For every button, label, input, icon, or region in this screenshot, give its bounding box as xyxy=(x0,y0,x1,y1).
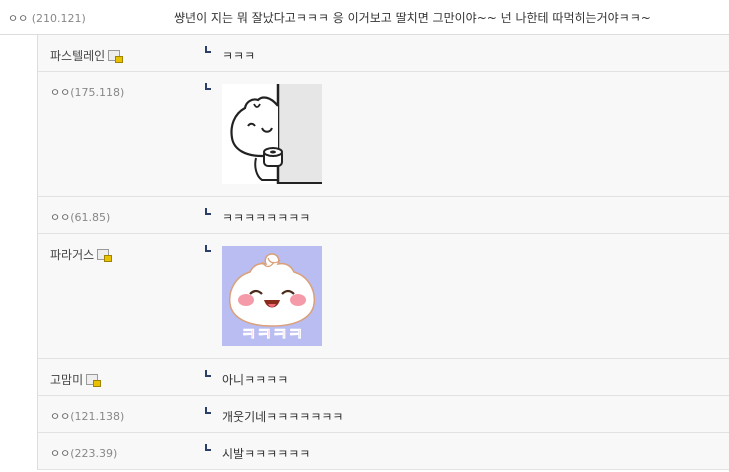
comment-nick: ㅇㅇ xyxy=(8,12,29,25)
reply-text: ㅋㅋㅋ xyxy=(222,49,256,63)
reply-item: ㅇㅇ(223.39) 시발ㅋㅋㅋㅋㅋㅋ xyxy=(38,433,729,470)
reply-author[interactable]: 고맘미 xyxy=(50,371,102,388)
reply-text: 개웃기네ㅋㅋㅋㅋㅋㅋㅋ xyxy=(222,410,344,424)
reply-author[interactable]: ㅇㅇ(175.118) xyxy=(50,84,124,100)
reply-arrow-icon xyxy=(205,208,211,215)
reply-ip: (121.138) xyxy=(70,410,125,423)
reply-arrow-icon xyxy=(205,370,211,377)
reply-text: 아니ㅋㅋㅋㅋ xyxy=(222,373,289,387)
reply-nick: ㅇㅇ xyxy=(50,410,71,423)
reply-arrow-icon xyxy=(205,245,211,252)
reply-nick: ㅇㅇ xyxy=(50,211,71,224)
laughing-dumpling-sticker: ㅋㅋㅋㅋ xyxy=(222,246,322,346)
reply-author[interactable]: ㅇㅇ(223.39) xyxy=(50,445,117,461)
reply-list: 파스텔레인 ㅋㅋㅋ ㅇㅇ(175.118) ㅇㅇ(61.85) ㅋㅋㅋㅋㅋㅋㅋㅋ… xyxy=(37,35,729,470)
reply-arrow-icon xyxy=(205,83,211,90)
peeking-dumpling-sticker xyxy=(222,84,322,184)
reply-author[interactable]: ㅇㅇ(61.85) xyxy=(50,209,110,225)
reply-author[interactable]: 파라거스 xyxy=(50,246,113,263)
reply-text: ㅋㅋㅋㅋㅋㅋㅋㅋ xyxy=(222,211,311,225)
reply-author[interactable]: 파스텔레인 xyxy=(50,47,124,64)
reply-item: ㅇㅇ(121.138) 개웃기네ㅋㅋㅋㅋㅋㅋㅋ xyxy=(38,396,729,433)
reply-item: 고맘미 아니ㅋㅋㅋㅋ xyxy=(38,359,729,396)
reply-nick: ㅇㅇ xyxy=(50,86,71,99)
reply-item: 파라거스 ㅋㅋㅋㅋ xyxy=(38,234,729,359)
reply-nick: 파스텔레인 xyxy=(50,49,106,63)
reply-text: 시발ㅋㅋㅋㅋㅋㅋ xyxy=(222,447,311,461)
reply-arrow-icon xyxy=(205,407,211,414)
comment-author[interactable]: ㅇㅇ (210.121) xyxy=(8,10,86,26)
fixed-nick-icon xyxy=(108,50,124,63)
reply-item: ㅇㅇ(175.118) xyxy=(38,72,729,197)
reply-ip: (175.118) xyxy=(70,86,125,99)
reply-nick: 고맘미 xyxy=(50,373,84,387)
comment-ip: (210.121) xyxy=(31,12,86,25)
fixed-nick-icon xyxy=(97,249,113,262)
sticker-caption: ㅋㅋㅋㅋ xyxy=(241,325,304,345)
comment-text: 썅년이 지는 뭐 잘났다고ㅋㅋㅋ 응 이거보고 딸치면 그만이야~~ 넌 나한테… xyxy=(174,11,651,25)
reply-ip: (61.85) xyxy=(70,211,111,224)
fixed-nick-icon xyxy=(86,374,102,387)
reply-arrow-icon xyxy=(205,46,211,53)
comment-row: ㅇㅇ (210.121) 썅년이 지는 뭐 잘났다고ㅋㅋㅋ 응 이거보고 딸치면… xyxy=(0,0,729,35)
reply-arrow-icon xyxy=(205,444,211,451)
reply-nick: 파라거스 xyxy=(50,248,95,262)
reply-item: 파스텔레인 ㅋㅋㅋ xyxy=(38,35,729,72)
reply-nick: ㅇㅇ xyxy=(50,447,71,460)
reply-ip: (223.39) xyxy=(70,447,118,460)
reply-author[interactable]: ㅇㅇ(121.138) xyxy=(50,408,124,424)
reply-item: ㅇㅇ(61.85) ㅋㅋㅋㅋㅋㅋㅋㅋ xyxy=(38,197,729,234)
